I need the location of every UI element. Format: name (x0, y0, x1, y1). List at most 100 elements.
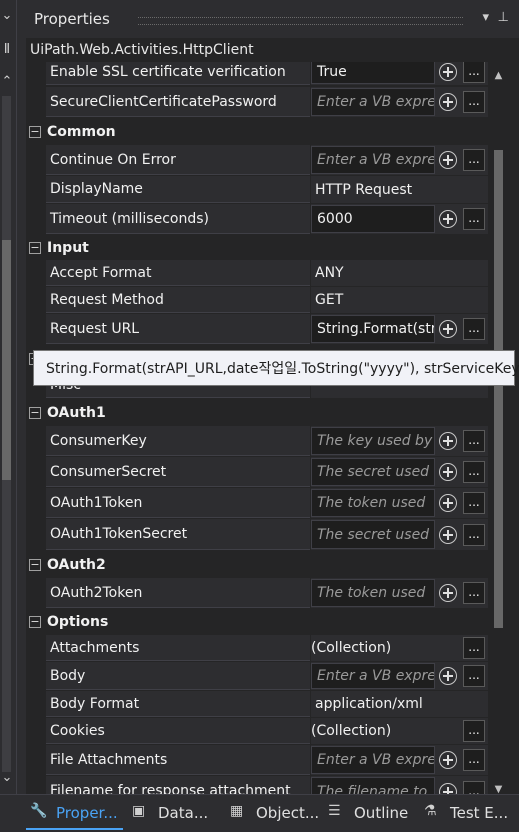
tab-label: Data... (158, 804, 209, 822)
ssl-value-input[interactable]: True (311, 62, 435, 84)
ellipsis-button[interactable]: ... (463, 208, 485, 230)
test-icon: ⚗ (424, 803, 437, 819)
scroll-up-icon[interactable]: ⌃ (0, 72, 14, 92)
tab-data[interactable]: ▣ Data... (128, 798, 216, 828)
tab-label: Test E... (450, 804, 509, 822)
plus-icon[interactable] (439, 320, 457, 338)
property-value[interactable]: (Collection) (311, 640, 391, 656)
plus-icon[interactable] (439, 93, 457, 111)
grid-scrollbar-thumb[interactable] (494, 150, 503, 628)
property-value[interactable]: application/xml (315, 696, 423, 712)
vb-expression-input[interactable]: The key used by (311, 427, 435, 455)
vb-expression-input[interactable]: Enter a VB expre (311, 88, 435, 116)
property-row-body-format[interactable]: Body Format application/xml (26, 691, 488, 718)
property-value[interactable]: HTTP Request (315, 182, 412, 198)
ellipsis-button[interactable]: ... (463, 492, 485, 514)
timeout-input[interactable]: 6000 (311, 205, 435, 233)
property-value[interactable]: (Collection) (311, 723, 391, 739)
ellipsis-button[interactable]: ... (463, 749, 485, 771)
scroll-down-icon[interactable]: ⌄ (0, 768, 14, 788)
property-row-oauth2token[interactable]: OAuth2Token The token used ... (26, 578, 488, 609)
pause-icon[interactable]: Ⅱ (0, 40, 14, 60)
category-input[interactable]: − Input (26, 235, 488, 260)
ellipsis-button[interactable]: ... (463, 582, 485, 604)
property-row-body[interactable]: Body Enter a VB expre ... (26, 662, 488, 691)
tooltip-text: String.Format(strAPI_URL,date작업일.ToStrin… (46, 361, 519, 377)
plus-icon[interactable] (439, 432, 457, 450)
property-name: Body Format (50, 695, 140, 712)
ellipsis-button[interactable]: ... (463, 665, 485, 687)
property-row-request-url[interactable]: Request URL String.Format(str ... (26, 314, 488, 345)
vb-expression-input[interactable]: Enter a VB expre (311, 746, 435, 774)
ellipsis-button[interactable]: ... (463, 720, 485, 742)
request-url-tooltip: String.Format(strAPI_URL,date작업일.ToStrin… (33, 350, 519, 386)
property-row-secure-client-cert[interactable]: SecureClientCertificatePassword Enter a … (26, 87, 488, 118)
tab-object[interactable]: ▦ Object... (226, 798, 319, 828)
tab-label: Outline (354, 804, 409, 822)
collapse-icon[interactable]: − (29, 125, 41, 138)
tab-properties[interactable]: 🔧 Proper... (26, 798, 123, 830)
plus-icon[interactable] (439, 494, 457, 512)
category-label: Input (47, 239, 89, 256)
plus-icon[interactable] (439, 584, 457, 602)
property-name: ConsumerKey (50, 432, 147, 449)
pin-icon[interactable]: ⊥ (498, 10, 509, 25)
scroll-up-arrow-icon[interactable]: ▲ (490, 68, 507, 84)
ellipsis-button[interactable]: ... (463, 149, 485, 171)
tab-test-explorer[interactable]: ⚗ Test E... (420, 798, 515, 828)
plus-icon[interactable] (439, 151, 457, 169)
property-row-displayname[interactable]: DisplayName HTTP Request (26, 176, 488, 204)
property-value[interactable]: GET (315, 292, 343, 308)
collapse-icon[interactable]: − (29, 558, 41, 571)
category-oauth2[interactable]: − OAuth2 (26, 551, 488, 578)
category-common[interactable]: − Common (26, 118, 488, 145)
category-label: OAuth1 (47, 404, 106, 421)
panel-grip (138, 17, 463, 25)
plus-icon[interactable] (439, 667, 457, 685)
category-options[interactable]: − Options (26, 609, 488, 635)
tab-outline[interactable]: ☰ Outline (324, 798, 414, 828)
panel-title: Properties (34, 10, 110, 28)
panel-header: Properties ▾ ⊥ (26, 0, 519, 38)
property-row-timeout[interactable]: Timeout (milliseconds) 6000 ... (26, 204, 488, 235)
plus-icon[interactable] (439, 751, 457, 769)
property-row-accept-format[interactable]: Accept Format ANY (26, 260, 488, 287)
property-row-continue-on-error[interactable]: Continue On Error Enter a VB expre ... (26, 145, 488, 176)
ellipsis-button[interactable]: ... (463, 430, 485, 452)
ellipsis-button[interactable]: ... (463, 91, 485, 113)
ellipsis-button[interactable]: ... (463, 637, 485, 659)
plus-icon[interactable] (439, 63, 457, 81)
property-row-request-method[interactable]: Request Method GET (26, 287, 488, 314)
ellipsis-button[interactable]: ... (463, 461, 485, 483)
collapse-icon[interactable]: − (29, 616, 41, 628)
vb-expression-input[interactable]: Enter a VB expre (311, 663, 435, 689)
request-url-input[interactable]: String.Format(str (311, 315, 435, 343)
property-row-attachments[interactable]: Attachments (Collection) ... (26, 635, 488, 662)
grid-scrollbar[interactable]: ▲ ▼ (490, 62, 507, 802)
vb-expression-input[interactable]: The secret used (311, 458, 435, 486)
dropdown-icon[interactable]: ▾ (482, 10, 489, 25)
ellipsis-button[interactable]: ... (463, 523, 485, 546)
vb-expression-input[interactable]: The token used (311, 579, 435, 607)
chevron-down-icon[interactable]: ⌄ (0, 6, 14, 26)
category-oauth1[interactable]: − OAuth1 (26, 399, 488, 426)
property-row-cookies[interactable]: Cookies (Collection) ... (26, 718, 488, 745)
vb-expression-input[interactable]: The token used (311, 489, 435, 517)
property-row-consumersecret[interactable]: ConsumerSecret The secret used ... (26, 457, 488, 488)
property-row-consumerkey[interactable]: ConsumerKey The key used by ... (26, 426, 488, 457)
property-value[interactable]: ANY (315, 265, 344, 281)
ellipsis-button[interactable]: ... (463, 318, 485, 340)
left-scrollbar-thumb[interactable] (2, 240, 11, 480)
plus-icon[interactable] (439, 210, 457, 228)
property-row-ssl[interactable]: Enable SSL certificate verification True… (26, 62, 488, 86)
property-row-file-attachments[interactable]: File Attachments Enter a VB expre ... (26, 745, 488, 776)
property-row-oauth1token[interactable]: OAuth1Token The token used ... (26, 488, 488, 519)
vb-expression-input[interactable]: The secret used (311, 520, 435, 549)
collapse-icon[interactable]: − (29, 406, 41, 419)
property-row-oauth1tokensecret[interactable]: OAuth1TokenSecret The secret used ... (26, 519, 488, 551)
ellipsis-button[interactable]: ... (463, 62, 485, 83)
plus-icon[interactable] (439, 525, 457, 544)
vb-expression-input[interactable]: Enter a VB expre (311, 146, 435, 174)
plus-icon[interactable] (439, 463, 457, 481)
collapse-icon[interactable]: − (29, 241, 41, 254)
